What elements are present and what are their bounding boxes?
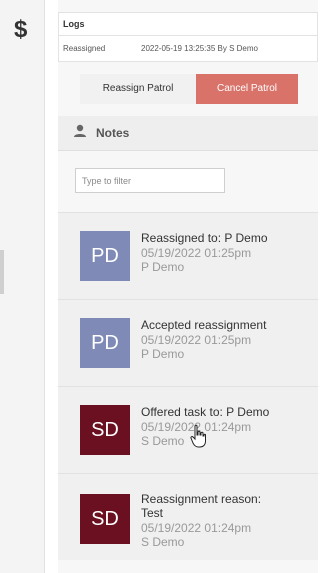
avatar: SD bbox=[80, 494, 130, 544]
mouse-cursor-icon bbox=[190, 424, 206, 448]
note-date: 05/19/2022 01:25pm bbox=[141, 246, 252, 260]
note-text: Offered task to: P Demo bbox=[141, 405, 270, 419]
notes-header: Notes bbox=[58, 116, 318, 151]
log-row: Reassigned 2022-05-19 13:25:35 By S Demo bbox=[59, 36, 317, 62]
note-item[interactable]: SD Offered task to: P Demo 05/19/2022 01:2… bbox=[58, 386, 318, 473]
note-date: 05/19/2022 01:25pm bbox=[141, 333, 252, 347]
note-date: 05/19/2022 01:24pm bbox=[141, 521, 252, 535]
note-item[interactable]: PD Reassigned to: P Demo 05/19/2022 01:25p… bbox=[58, 212, 318, 299]
patrol-panel: Logs Reassigned 2022-05-19 13:25:35 By S… bbox=[58, 0, 318, 573]
log-detail: 2022-05-19 13:25:35 By S Demo bbox=[141, 44, 258, 53]
note-author: S Demo bbox=[141, 434, 185, 448]
dollar-icon[interactable]: $ bbox=[14, 16, 27, 44]
note-item[interactable]: PD Accepted reassignment 05/19/2022 01:25p… bbox=[58, 299, 318, 386]
cancel-patrol-button[interactable]: Cancel Patrol bbox=[196, 74, 298, 104]
logs-table: Logs Reassigned 2022-05-19 13:25:35 By S… bbox=[58, 12, 318, 62]
rail-scroll-marker bbox=[0, 250, 4, 294]
log-action: Reassigned bbox=[63, 44, 106, 53]
notes-filter-input[interactable] bbox=[75, 168, 225, 193]
note-author: P Demo bbox=[141, 347, 185, 361]
note-text: Test bbox=[141, 506, 164, 520]
person-icon bbox=[74, 124, 86, 137]
note-text: Accepted reassignment bbox=[141, 318, 267, 332]
left-rail: $ bbox=[0, 0, 45, 573]
note-author: P Demo bbox=[141, 260, 185, 274]
note-text: Reassigned to: P Demo bbox=[141, 231, 268, 245]
avatar: SD bbox=[80, 405, 130, 455]
note-author: S Demo bbox=[141, 535, 185, 549]
reassign-patrol-button[interactable]: Reassign Patrol bbox=[80, 74, 196, 104]
note-text: Reassignment reason: bbox=[141, 492, 262, 506]
logs-title: Logs bbox=[59, 13, 317, 36]
patrol-actions: Reassign Patrol Cancel Patrol bbox=[80, 74, 298, 104]
avatar: PD bbox=[80, 318, 130, 368]
notes-title: Notes bbox=[96, 126, 130, 140]
avatar: PD bbox=[80, 231, 130, 281]
note-item[interactable]: SD Reassignment reason: Test 05/19/2022 01:… bbox=[58, 473, 318, 560]
